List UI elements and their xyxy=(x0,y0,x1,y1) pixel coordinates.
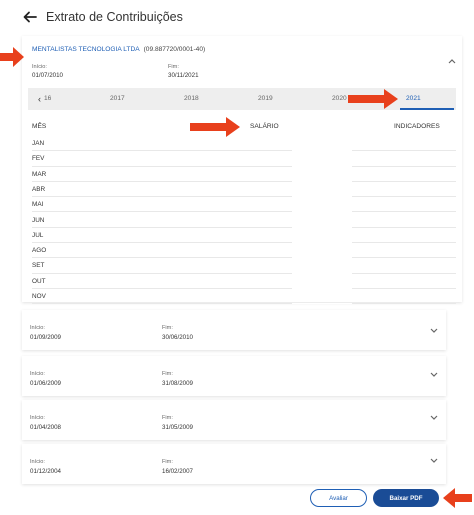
contract-card-expanded: MENTALISTAS TECNOLOGIA LTDA (09.887720/00… xyxy=(22,36,462,305)
chevron-down-icon[interactable] xyxy=(430,372,438,378)
row-divider-gap xyxy=(292,303,352,305)
page-title: Extrato de Contribuições xyxy=(46,10,183,24)
table-row: OUT xyxy=(32,274,456,289)
month-label: JUN xyxy=(32,216,45,224)
page-header: Extrato de Contribuições xyxy=(0,0,474,36)
col-header-month: MÊS xyxy=(32,123,47,130)
download-pdf-button[interactable]: Baixar PDF xyxy=(373,489,439,507)
start-label: Início: xyxy=(32,64,47,70)
month-label: MAI xyxy=(32,201,44,209)
company-label: MENTALISTAS TECNOLOGIA LTDA xyxy=(32,46,140,53)
end-label: Fim: xyxy=(162,371,173,377)
end-value: 30/06/2010 xyxy=(162,334,193,341)
end-value: 31/08/2009 xyxy=(162,380,193,387)
active-tab-indicator xyxy=(400,108,454,110)
month-label: ABR xyxy=(32,185,46,193)
start-label: Início: xyxy=(30,459,45,465)
table-row: ABR xyxy=(32,182,456,198)
month-label: MAR xyxy=(32,170,47,178)
annotation-arrow-icon xyxy=(443,488,472,508)
annotation-arrow-icon xyxy=(348,89,398,109)
month-label: JUL xyxy=(32,231,44,239)
end-value: 30/11/2021 xyxy=(168,72,199,79)
tab-year-2016[interactable]: 16 xyxy=(44,95,51,102)
table-row: AGO xyxy=(32,243,456,259)
start-value: 01/12/2004 xyxy=(30,468,61,475)
start-label: Início: xyxy=(30,325,45,331)
table-row: SET xyxy=(32,258,456,274)
period-card[interactable]: Início: 01/09/2009 Fim: 30/06/2010 xyxy=(22,310,446,350)
month-label: NOV xyxy=(32,293,46,300)
table-row: MAR xyxy=(32,167,456,182)
period-card[interactable]: Início: 01/06/2009 Fim: 31/08/2009 xyxy=(22,356,446,396)
start-label: Início: xyxy=(30,415,45,421)
chevron-down-icon[interactable] xyxy=(430,328,438,334)
month-label: JAN xyxy=(32,140,45,147)
tab-year-2018[interactable]: 2018 xyxy=(184,95,199,102)
col-header-salary: SALÁRIO xyxy=(250,123,279,130)
col-header-indicators: INDICADORES xyxy=(394,123,440,130)
chevron-left-icon[interactable]: ‹ xyxy=(38,94,41,104)
start-label: Início: xyxy=(30,371,45,377)
start-value: 01/09/2009 xyxy=(30,334,61,341)
table-row: FEV xyxy=(32,151,456,167)
table-row: JUN xyxy=(32,213,456,228)
annotation-arrow-icon xyxy=(0,47,24,67)
evaluate-button[interactable]: Avaliar xyxy=(310,489,367,507)
tab-year-2019[interactable]: 2019 xyxy=(258,95,273,102)
start-value: 01/07/2010 xyxy=(32,72,63,79)
start-value: 01/06/2009 xyxy=(30,380,61,387)
table-row: JAN xyxy=(32,136,456,152)
start-value: 01/04/2008 xyxy=(30,424,61,431)
tab-year-2020[interactable]: 2020 xyxy=(332,95,347,102)
chevron-down-icon[interactable] xyxy=(430,458,438,464)
tab-year-2017[interactable]: 2017 xyxy=(110,95,125,102)
end-value: 16/02/2007 xyxy=(162,468,193,475)
arrow-left-icon[interactable] xyxy=(22,9,38,25)
chevron-down-icon[interactable] xyxy=(430,415,438,421)
end-label: Fim: xyxy=(162,325,173,331)
period-card[interactable]: Início: 01/04/2008 Fim: 31/05/2009 xyxy=(22,400,446,440)
table-row: JUL xyxy=(32,228,456,244)
month-label: FEV xyxy=(32,155,45,163)
period-card[interactable]: Início: 01/12/2004 Fim: 16/02/2007 xyxy=(22,444,446,484)
tab-year-2021[interactable]: 2021 xyxy=(406,95,421,102)
month-label: AGO xyxy=(32,247,47,255)
chevron-up-icon[interactable] xyxy=(448,58,456,64)
table-row: NOV xyxy=(32,289,456,305)
end-label: Fim: xyxy=(162,459,173,465)
end-label: Fim: xyxy=(168,64,179,70)
end-value: 31/05/2009 xyxy=(162,424,193,431)
company-name: MENTALISTAS TECNOLOGIA LTDA (09.887720/00… xyxy=(32,46,205,53)
table-row: MAI xyxy=(32,197,456,213)
cnpj-label: (09.887720/0001-40) xyxy=(143,46,206,53)
month-label: OUT xyxy=(32,277,46,285)
month-label: SET xyxy=(32,262,45,270)
end-label: Fim: xyxy=(162,415,173,421)
annotation-arrow-icon xyxy=(190,117,240,137)
